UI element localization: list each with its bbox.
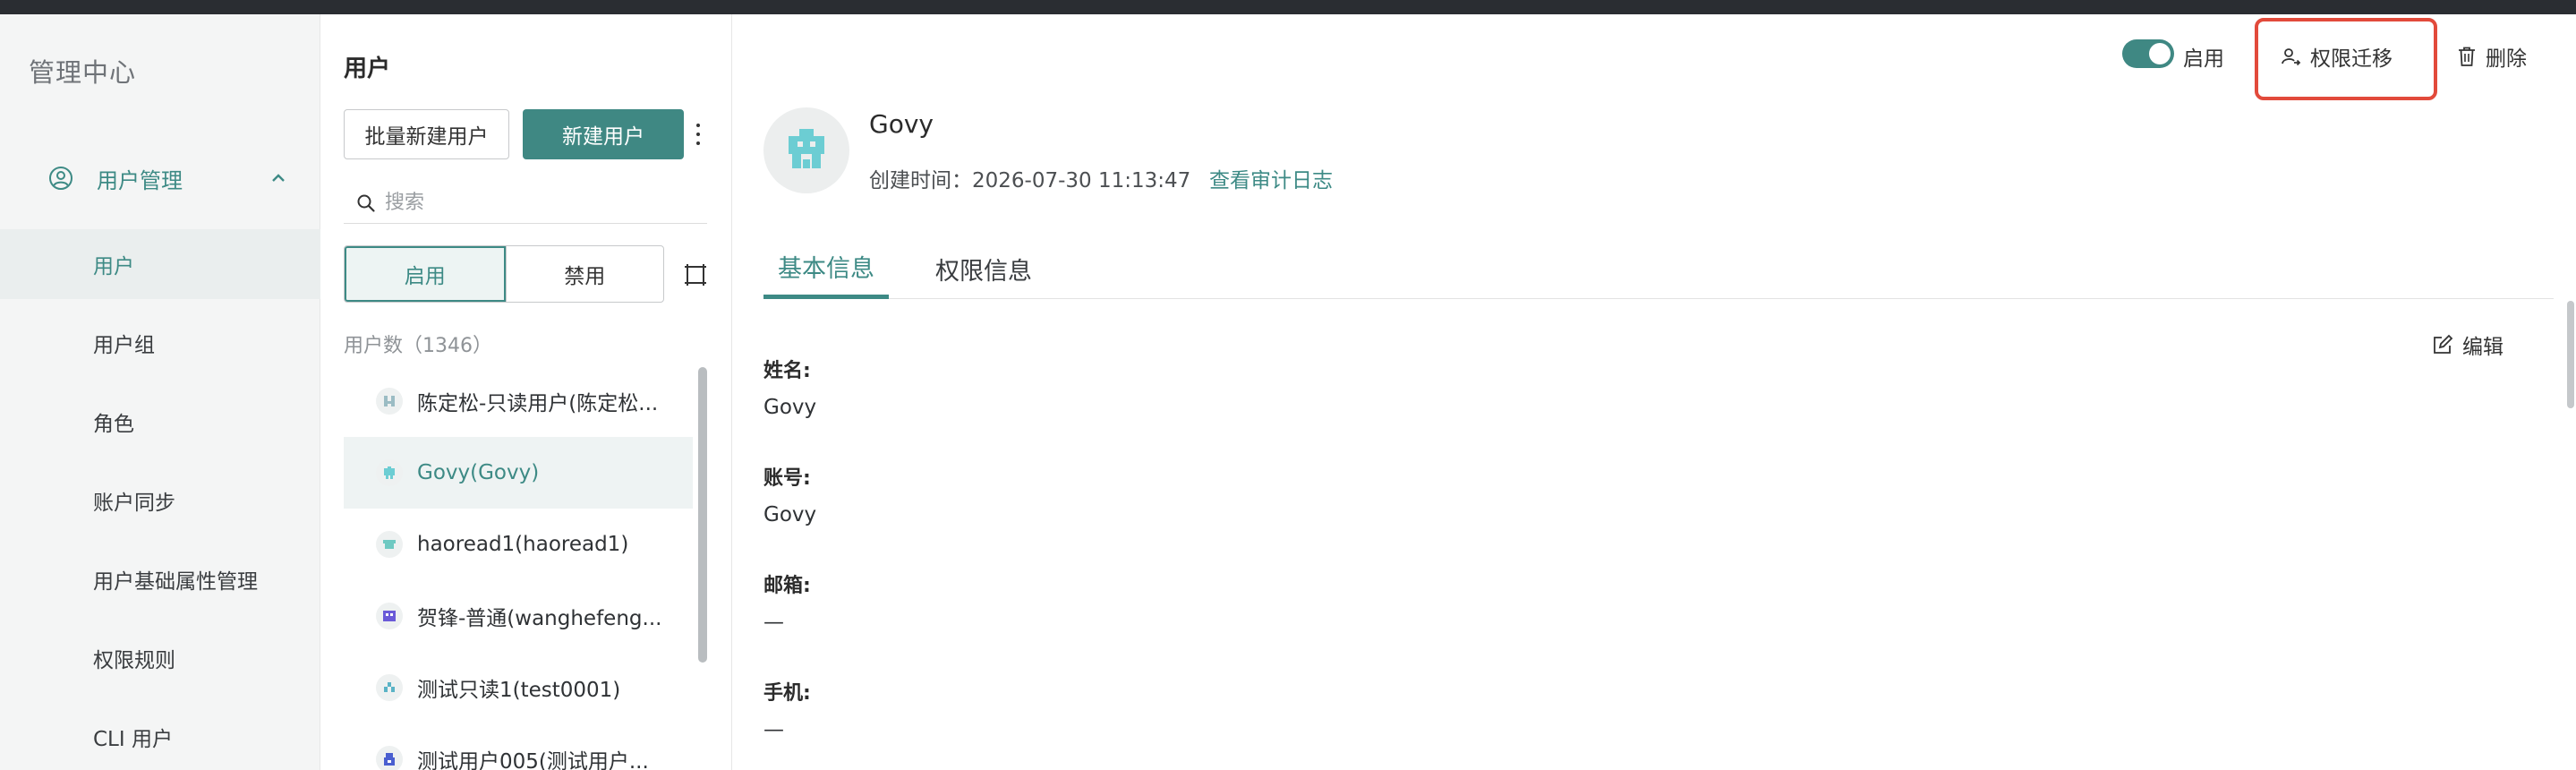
- edit-button[interactable]: 编辑: [2432, 329, 2503, 360]
- user-name: 测试只读1(test0001): [417, 679, 621, 702]
- window-top-bar: [0, 0, 2576, 14]
- tab-basic-info[interactable]: 基本信息: [763, 238, 889, 299]
- avatar: [376, 459, 403, 486]
- user-list-item-selected[interactable]: Govy(Govy): [344, 437, 693, 509]
- filter-disabled-tab[interactable]: 禁用: [505, 246, 664, 302]
- edit-icon: [2434, 334, 2453, 354]
- enable-toggle-label: 启用: [2183, 47, 2224, 71]
- status-filter: 启用 禁用: [344, 245, 664, 303]
- sidebar-item-label: 用户组: [93, 334, 155, 357]
- user-list-item[interactable]: 测试只读1(test0001): [344, 652, 693, 723]
- user-display-name: Govy: [869, 109, 934, 139]
- search-box: [344, 183, 707, 224]
- trash-icon: [2459, 47, 2475, 66]
- tab-permission-info[interactable]: 权限信息: [935, 238, 1032, 299]
- sidebar-item-label: 角色: [93, 413, 134, 436]
- sidebar-item-permission-rules[interactable]: 权限规则: [0, 623, 320, 693]
- field-value-phone: —: [763, 718, 784, 741]
- audit-log-link[interactable]: 查看审计日志: [1209, 163, 1333, 193]
- delete-label: 删除: [2486, 47, 2527, 71]
- sidebar-item-account-sync[interactable]: 账户同步: [0, 466, 320, 535]
- user-list-item[interactable]: 陈定松-只读用户(陈定松...: [344, 365, 693, 437]
- brand-title: 管理中心: [29, 57, 137, 88]
- user-name: Govy(Govy): [417, 461, 540, 484]
- user-name: haoread1(haoread1): [417, 533, 629, 556]
- permission-transfer-button[interactable]: 权限迁移: [2255, 32, 2434, 81]
- created-time: 创建时间：2026-07-30 11:13:47: [869, 169, 1191, 192]
- user-count: 用户数（1346）: [344, 335, 492, 357]
- field-value-account: Govy: [763, 503, 817, 526]
- sidebar-item-label: 权限规则: [93, 649, 175, 672]
- user-circle-icon: [49, 167, 73, 190]
- user-list-panel: 用户 批量新建用户 新建用户 启用 禁用 用户数（1346） 陈定松-只读用户(…: [320, 14, 732, 770]
- avatar: [376, 674, 403, 701]
- sidebar-item-label: 用户基础属性管理: [93, 570, 258, 594]
- field-label-name: 姓名:: [763, 360, 811, 382]
- detail-tabs: 基本信息 权限信息: [763, 238, 2554, 299]
- sidebar-item-roles[interactable]: 角色: [0, 387, 320, 457]
- sidebar-item-user-groups[interactable]: 用户组: [0, 308, 320, 378]
- sidebar-item-label: CLI 用户: [93, 728, 173, 751]
- filter-enabled-tab[interactable]: 启用: [345, 246, 506, 302]
- user-transfer-icon: [2282, 48, 2301, 66]
- user-list: 陈定松-只读用户(陈定松... Govy(Govy) haoread1(haor…: [344, 365, 693, 770]
- field-value-name: Govy: [763, 396, 817, 419]
- user-name: 陈定松-只读用户(陈定松...: [417, 392, 659, 415]
- user-list-item[interactable]: haoread1(haoread1): [344, 509, 693, 580]
- permission-transfer-label: 权限迁移: [2310, 47, 2393, 71]
- detail-scrollbar[interactable]: [2567, 301, 2574, 408]
- sidebar-group-label: 用户管理: [97, 167, 183, 193]
- chevron-up-icon[interactable]: [267, 167, 290, 190]
- avatar: [376, 746, 403, 770]
- user-name: 贺锋-普通(wanghefeng...: [417, 607, 662, 630]
- select-frame-icon[interactable]: [682, 261, 709, 288]
- avatar: [376, 531, 403, 558]
- sidebar-item-cli-users[interactable]: CLI 用户: [0, 702, 320, 770]
- field-label-account: 账号:: [763, 467, 811, 490]
- user-list-item[interactable]: 测试用户005(测试用户...: [344, 723, 693, 770]
- panel-title: 用户: [344, 56, 391, 82]
- user-avatar: [763, 107, 849, 193]
- enable-toggle[interactable]: [2122, 39, 2174, 68]
- sidebar-group-user-management[interactable]: 用户管理: [48, 149, 290, 208]
- more-options-icon[interactable]: [687, 120, 709, 149]
- field-label-email: 邮箱:: [763, 575, 811, 597]
- sidebar: 管理中心 用户管理 用户 用户组 角色 账户同步 用户基础属性管理 权限规则 C…: [0, 14, 320, 770]
- list-scrollbar[interactable]: [698, 367, 707, 663]
- user-detail-panel: 启用 权限迁移 删除 Govy 创建时间：2026-07-30 11:13:47: [733, 14, 2576, 770]
- delete-button[interactable]: 删除: [2457, 32, 2527, 81]
- field-label-phone: 手机:: [763, 682, 811, 705]
- sidebar-item-label: 账户同步: [93, 492, 175, 515]
- search-input[interactable]: [385, 192, 689, 214]
- search-icon: [357, 194, 375, 212]
- create-user-button[interactable]: 新建用户: [523, 109, 684, 159]
- batch-create-users-button[interactable]: 批量新建用户: [344, 109, 509, 159]
- field-value-email: —: [763, 611, 784, 634]
- sidebar-item-label: 用户: [93, 255, 134, 278]
- sidebar-item-users[interactable]: 用户: [0, 229, 320, 299]
- edit-label: 编辑: [2462, 336, 2503, 359]
- avatar: [376, 603, 403, 629]
- sidebar-item-user-attributes[interactable]: 用户基础属性管理: [0, 544, 320, 614]
- user-name: 测试用户005(测试用户...: [417, 750, 649, 770]
- avatar: [376, 388, 403, 415]
- user-list-item[interactable]: 贺锋-普通(wanghefeng...: [344, 580, 693, 652]
